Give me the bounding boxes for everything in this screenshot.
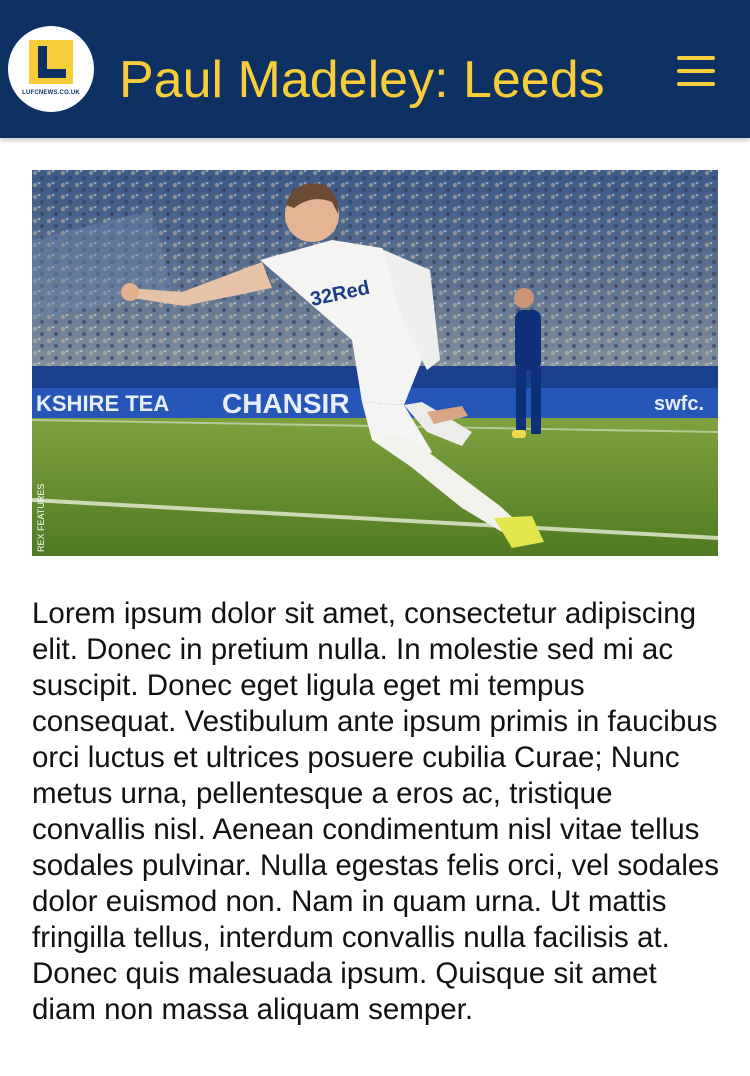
site-logo[interactable]: LUFCNEWS.CO.UK	[8, 26, 94, 112]
logo-caption: LUFCNEWS.CO.UK	[22, 90, 80, 96]
article-body: Lorem ipsum dolor sit amet, consectetur …	[32, 597, 720, 1026]
site-header: LUFCNEWS.CO.UK Paul Madeley: Leeds	[0, 0, 750, 138]
banner-text-2: CHANSIR	[222, 388, 350, 419]
logo-mark-icon	[29, 40, 73, 84]
hamburger-menu-icon[interactable]	[672, 52, 720, 90]
photo-credit: REX FEATURES	[36, 484, 46, 552]
banner-text-3: swfc.	[654, 393, 704, 415]
page-title: Paul Madeley: Leeds	[119, 51, 605, 109]
banner-text-1: KSHIRE TEA	[36, 391, 169, 416]
article-photo: KSHIRE TEA CHANSIR swfc. 32Red REX FEATU…	[32, 170, 718, 556]
